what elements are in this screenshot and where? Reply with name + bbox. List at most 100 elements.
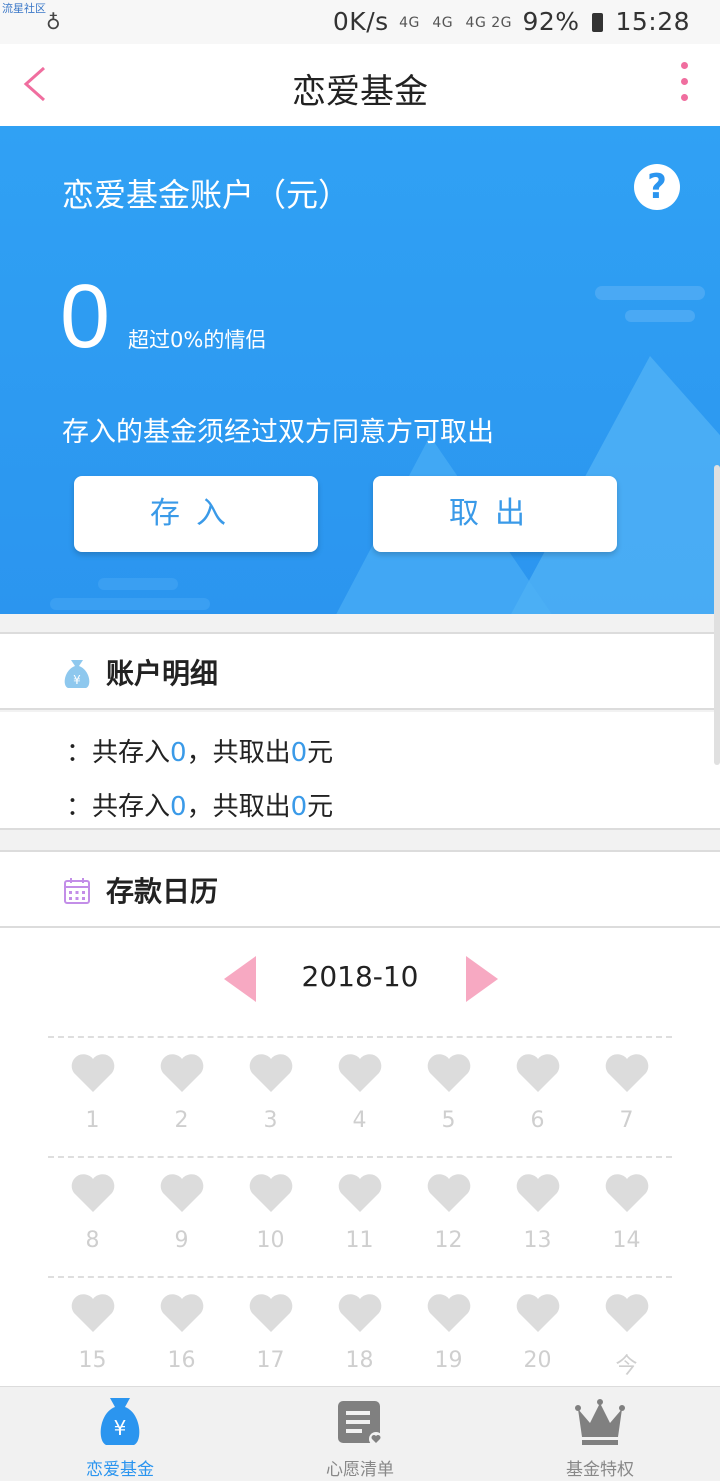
signal-icon-2: 4G — [432, 15, 454, 31]
account-title: 恋爱基金账户（元） — [62, 176, 351, 214]
account-detail-list: ：共存入0，共取出0元 ：共存入0，共取出0元 — [0, 712, 720, 830]
tab-wish-list[interactable]: 心愿清单 — [240, 1387, 480, 1481]
day-number: 8 — [85, 1228, 100, 1253]
heart-icon — [71, 1174, 115, 1212]
calendar-day[interactable]: 17 — [226, 1278, 315, 1394]
signal-icon-3: 4G 2G — [465, 15, 513, 31]
detail-prefix: ：共存入 — [66, 792, 171, 822]
clock: 15:28 — [615, 7, 690, 36]
calendar-day[interactable]: 6 — [493, 1038, 582, 1154]
crown-icon — [575, 1399, 625, 1445]
day-number: 1 — [85, 1108, 100, 1133]
network-speed: 0K/s — [332, 7, 389, 36]
heart-icon — [160, 1054, 204, 1092]
day-number: 17 — [256, 1348, 285, 1373]
heart-icon — [427, 1054, 471, 1092]
calendar-week-row: 15 16 17 18 19 20 今 — [48, 1276, 672, 1394]
calendar-day[interactable]: 2 — [137, 1038, 226, 1154]
heart-icon — [249, 1174, 293, 1212]
day-number: 16 — [167, 1348, 196, 1373]
battery-icon — [592, 13, 603, 32]
tab-love-fund[interactable]: ¥ 恋爱基金 — [0, 1387, 240, 1481]
calendar-day[interactable]: 9 — [137, 1158, 226, 1274]
balance-amount: 0 — [60, 267, 111, 367]
withdraw-button[interactable]: 取出 — [373, 476, 617, 552]
day-number: 10 — [256, 1228, 285, 1253]
heart-icon — [427, 1174, 471, 1212]
calendar-day[interactable]: 1 — [48, 1038, 137, 1154]
calendar-day[interactable]: 19 — [404, 1278, 493, 1394]
currency-unit: 元 — [307, 738, 334, 768]
tab-fund-privilege[interactable]: 基金特权 — [480, 1387, 720, 1481]
help-icon[interactable]: ? — [634, 164, 680, 210]
calendar-day[interactable]: 5 — [404, 1038, 493, 1154]
heart-icon — [605, 1174, 649, 1212]
withdraw-total: 0 — [290, 792, 308, 822]
money-bag-icon: ¥ — [100, 1398, 140, 1445]
fund-hero-card: 恋爱基金账户（元） ? 0 超过0%的情侣 存入的基金须经过双方同意方可取出 存… — [0, 126, 720, 614]
calendar-day[interactable]: 20 — [493, 1278, 582, 1394]
calendar-header: 存款日历 — [0, 850, 720, 928]
calendar-day[interactable]: 16 — [137, 1278, 226, 1394]
money-bag-icon: ¥ — [64, 660, 90, 688]
calendar-title: 存款日历 — [106, 875, 219, 908]
day-number: 2 — [174, 1108, 189, 1133]
day-number: 7 — [619, 1108, 634, 1133]
svg-text:¥: ¥ — [73, 673, 81, 687]
svg-text:¥: ¥ — [114, 1416, 127, 1440]
account-detail-title: 账户明细 — [106, 657, 219, 690]
detail-line: ：共存入0，共取出0元 — [66, 786, 333, 823]
wish-list-icon — [338, 1401, 383, 1446]
detail-mid: ，共取出 — [186, 792, 291, 822]
deposit-calendar: 2018-10 1 2 3 4 5 6 7 8 9 10 11 12 13 14 15 16 17 18 19 20 今 — [0, 928, 720, 1388]
calendar-day[interactable]: 10 — [226, 1158, 315, 1274]
calendar-day[interactable]: 12 — [404, 1158, 493, 1274]
heart-icon — [338, 1294, 382, 1332]
deposit-total: 0 — [170, 738, 187, 768]
calendar-day[interactable]: 今 — [582, 1278, 671, 1394]
calendar-day[interactable]: 3 — [226, 1038, 315, 1154]
more-menu-icon[interactable] — [678, 62, 690, 110]
day-number: 18 — [345, 1348, 374, 1373]
day-number: 5 — [441, 1108, 456, 1133]
calendar-day[interactable]: 4 — [315, 1038, 404, 1154]
next-month-arrow-icon[interactable] — [466, 956, 498, 1002]
scrollbar[interactable] — [714, 465, 720, 765]
battery-percent: 92% — [522, 7, 580, 36]
heart-icon — [249, 1054, 293, 1092]
day-number: 20 — [523, 1348, 552, 1373]
account-detail-header: ¥ 账户明细 — [0, 632, 720, 710]
heart-icon — [605, 1054, 649, 1092]
ranking-text: 超过0%的情侣 — [128, 328, 267, 352]
calendar-day[interactable]: 8 — [48, 1158, 137, 1274]
usb-icon: ♁ — [46, 10, 61, 34]
heart-icon — [338, 1054, 382, 1092]
heart-icon — [338, 1174, 382, 1212]
calendar-day[interactable]: 15 — [48, 1278, 137, 1394]
cloud-decoration — [595, 286, 705, 300]
heart-icon — [427, 1294, 471, 1332]
status-right: 0K/s 4G 4G 4G 2G 92% 15:28 — [333, 7, 690, 36]
day-number: 13 — [523, 1228, 552, 1253]
cloud-decoration — [625, 310, 695, 322]
heart-icon — [516, 1174, 560, 1212]
bottom-tab-bar: ¥ 恋爱基金 心愿清单 基金特权 — [0, 1386, 720, 1480]
calendar-day[interactable]: 18 — [315, 1278, 404, 1394]
withdraw-rule-note: 存入的基金须经过双方同意方可取出 — [62, 417, 494, 448]
tab-label: 心愿清单 — [326, 1460, 394, 1480]
day-number: 3 — [263, 1108, 278, 1133]
day-number: 19 — [434, 1348, 463, 1373]
day-number: 11 — [345, 1228, 374, 1253]
day-number: 6 — [530, 1108, 545, 1133]
deposit-button[interactable]: 存入 — [74, 476, 318, 552]
deposit-total: 0 — [170, 792, 187, 822]
nav-bar: 恋爱基金 — [0, 44, 720, 126]
calendar-day[interactable]: 13 — [493, 1158, 582, 1274]
calendar-day[interactable]: 7 — [582, 1038, 671, 1154]
detail-mid: ，共取出 — [186, 738, 291, 768]
withdraw-total: 0 — [290, 738, 308, 768]
heart-icon — [249, 1294, 293, 1332]
day-number: 9 — [174, 1228, 189, 1253]
calendar-day[interactable]: 11 — [315, 1158, 404, 1274]
calendar-day[interactable]: 14 — [582, 1158, 671, 1274]
